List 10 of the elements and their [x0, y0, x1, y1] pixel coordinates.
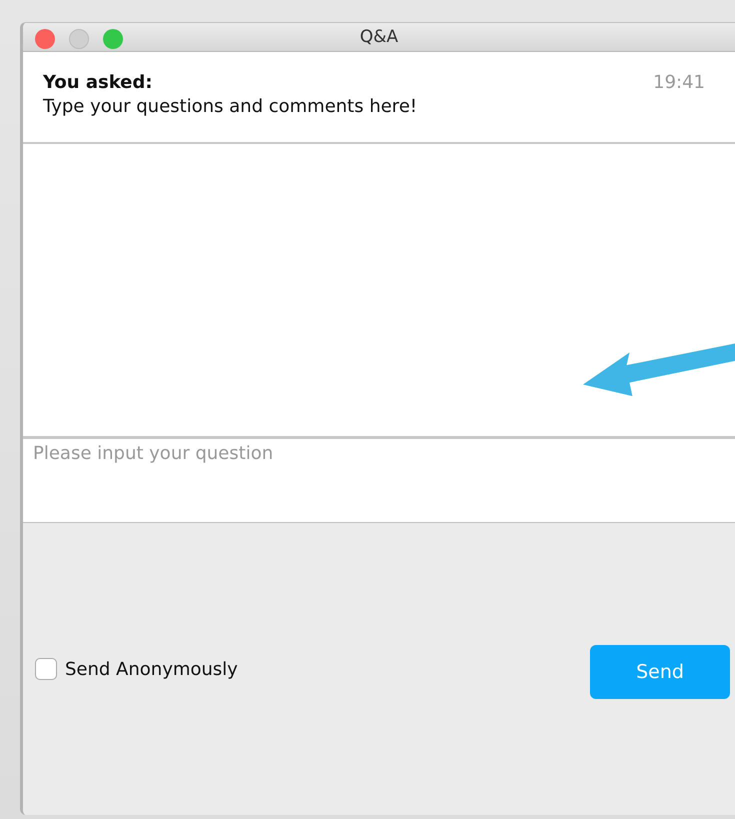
message-text: Type your questions and comments here!	[43, 96, 418, 117]
zoom-icon[interactable]	[103, 29, 123, 49]
window-title: Q&A	[360, 27, 398, 47]
anonymous-checkbox[interactable]	[35, 658, 57, 680]
checkbox-label: Send Anonymously	[65, 658, 238, 680]
message-time: 19:41	[653, 72, 705, 93]
send-button[interactable]: Send	[590, 645, 730, 699]
close-icon[interactable]	[35, 29, 55, 49]
minimize-icon[interactable]	[69, 29, 89, 49]
message-heading: You asked:	[43, 72, 152, 93]
